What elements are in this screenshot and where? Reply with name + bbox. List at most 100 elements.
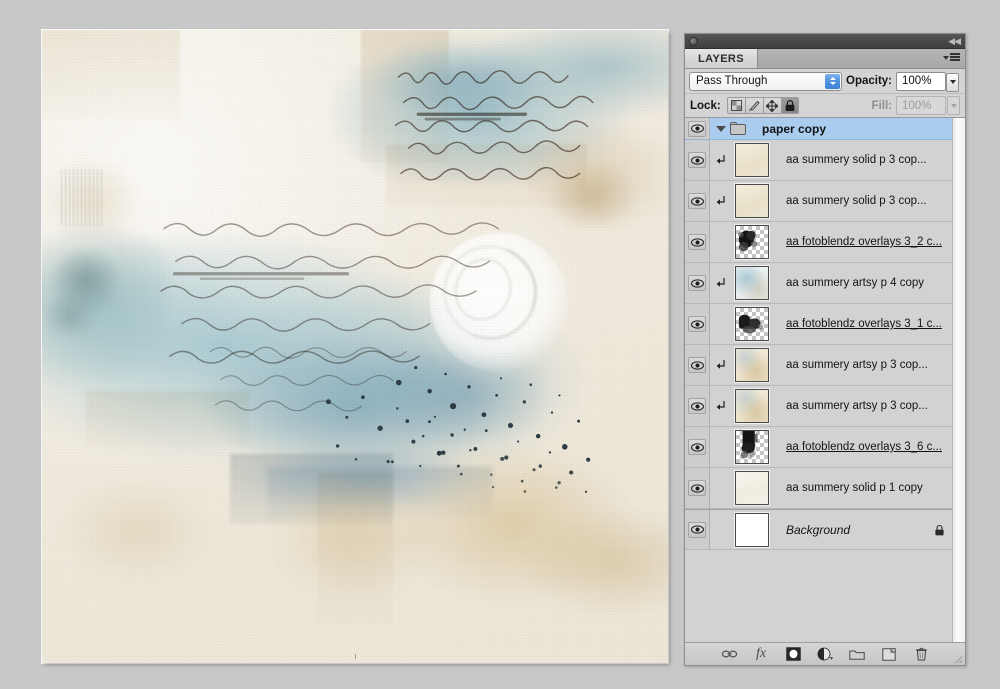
layer-row[interactable]: aa summery solid p 1 copy [685,468,952,509]
collapse-to-icons-arrows-icon[interactable]: ◀◀ [948,36,961,46]
group-disclosure-triangle-icon[interactable] [716,125,726,132]
layer-name[interactable]: Background [780,523,926,537]
eye-icon[interactable] [688,480,706,496]
layer-thumbnail-cell [732,184,780,218]
layer-row[interactable]: aa fotoblendz overlays 3_2 c... [685,222,952,263]
eye-icon[interactable] [688,120,706,137]
visibility-cell[interactable] [685,263,710,303]
layer-row[interactable]: aa summery artsy p 3 cop... [685,386,952,427]
clipping-mask-arrow-icon [716,278,725,287]
layer-thumbnail [735,266,769,300]
layer-row[interactable]: aa fotoblendz overlays 3_6 c... [685,427,952,468]
visibility-cell[interactable] [685,222,710,262]
link-icon[interactable] [721,646,738,662]
lock-image-pixels-button[interactable] [744,97,763,114]
layer-name[interactable]: aa summery artsy p 3 cop... [780,400,952,412]
lock-all-button[interactable] [780,97,799,114]
layer-thumbnail [735,512,769,547]
document-canvas-window[interactable] [42,30,668,663]
panel-collapse-dot-icon[interactable] [689,37,698,46]
canvas-center-tick [355,654,356,659]
visibility-cell[interactable] [685,468,710,508]
lock-position-button[interactable] [762,97,781,114]
eyeball-icon [690,196,704,206]
fx-icon[interactable]: fx [753,646,770,662]
panel-tab-strip[interactable]: LAYERS [685,49,965,69]
eye-icon[interactable] [688,234,706,250]
folder-icon[interactable] [849,646,866,662]
blend-mode-select[interactable]: Pass Through [689,71,842,91]
blend-mode-stepper-icon[interactable] [825,73,840,89]
eyeball-icon [690,155,704,165]
layer-thumbnail [735,348,769,382]
layer-thumbnail [735,389,769,423]
tab-layers[interactable]: LAYERS [685,49,759,68]
layer-thumbnail-cell [732,143,780,177]
layer-name[interactable]: aa summery solid p 3 cop... [780,195,952,207]
layer-name[interactable]: aa fotoblendz overlays 3_6 c... [780,441,952,453]
layer-thumbnail-cell [732,266,780,300]
fill-value: 100% [902,99,932,112]
clipping-mask-cell [710,195,732,207]
eyeball-icon [690,124,704,133]
panel-menu-icon[interactable] [943,53,960,62]
opacity-dropdown-icon[interactable] [946,72,960,92]
layer-list-scrollbar[interactable] [952,118,965,642]
visibility-cell[interactable] [685,386,710,426]
eye-icon[interactable] [688,439,706,455]
thumbnail-content [738,314,764,334]
layer-row-background[interactable]: Background [685,509,952,550]
layer-name[interactable]: aa fotoblendz overlays 3_1 c... [780,318,952,330]
layer-thumbnail [735,430,769,464]
fill-input[interactable]: 100% [896,96,946,115]
layer-row[interactable]: aa summery artsy p 3 cop... [685,345,952,386]
visibility-cell[interactable] [685,510,710,549]
clipping-mask-arrow-icon [716,196,725,205]
eyeball-icon [690,401,704,411]
eye-icon[interactable] [688,152,706,168]
layer-thumbnail [735,307,769,341]
folder-icon [730,122,746,135]
layer-list-container[interactable]: paper copy aa summery solid p 3 cop... a… [685,118,965,642]
new-layer-icon[interactable] [881,646,898,662]
eye-icon[interactable] [688,521,706,538]
trash-icon[interactable] [913,646,930,662]
visibility-cell[interactable] [685,427,710,467]
move-arrows-icon [766,99,779,112]
eye-icon[interactable] [688,398,706,414]
eye-icon[interactable] [688,357,706,373]
brush-icon [748,100,760,111]
layer-thumbnail [735,143,769,177]
visibility-cell[interactable] [685,304,710,344]
eye-icon[interactable] [688,193,706,209]
fill-dropdown-icon[interactable] [947,96,960,115]
visibility-cell[interactable] [685,118,710,139]
layer-name[interactable]: aa summery solid p 3 cop... [780,154,952,166]
visibility-cell[interactable] [685,345,710,385]
layer-name[interactable]: aa summery artsy p 3 cop... [780,359,952,371]
panel-resize-grip[interactable] [952,653,962,663]
adjustment-icon[interactable] [817,646,834,662]
layer-name[interactable]: aa summery artsy p 4 copy [780,277,952,289]
mask-icon[interactable] [785,646,802,662]
layer-list: paper copy aa summery solid p 3 cop... a… [685,118,952,642]
layer-name[interactable]: aa fotoblendz overlays 3_2 c... [780,236,952,248]
lock-transparent-pixels-button[interactable] [726,97,745,114]
eye-icon[interactable] [688,275,706,291]
layer-row[interactable]: aa summery solid p 3 cop... [685,181,952,222]
eyeball-icon [690,278,704,288]
eye-icon[interactable] [688,316,706,332]
layer-name[interactable]: aa summery solid p 1 copy [780,482,952,494]
checkerboard-icon [730,100,742,111]
layer-row[interactable]: aa fotoblendz overlays 3_1 c... [685,304,952,345]
layer-thumbnail-cell [732,389,780,423]
visibility-cell[interactable] [685,140,710,180]
layer-row-group-paper-copy[interactable]: paper copy [685,118,952,140]
visibility-cell[interactable] [685,181,710,221]
panel-titlebar[interactable]: ◀◀ [685,34,965,49]
layer-row[interactable]: aa summery artsy p 4 copy [685,263,952,304]
layer-name[interactable]: paper copy [756,122,952,136]
layers-panel[interactable]: ◀◀ LAYERS Pass Through Opacity: 100% Loc… [684,33,966,666]
layer-row[interactable]: aa summery solid p 3 cop... [685,140,952,181]
opacity-input[interactable]: 100% [896,71,960,92]
